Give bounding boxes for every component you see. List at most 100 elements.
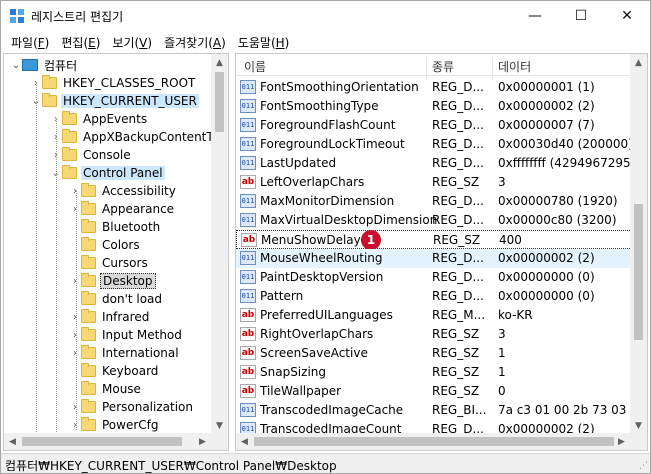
tree-item[interactable]: › Appearance	[69, 200, 176, 218]
value-name-cell: 011 TranscodedImageCache	[240, 403, 403, 417]
folder-icon	[81, 345, 96, 359]
scroll-left-arrow[interactable]: ◀	[4, 433, 21, 450]
scroll-down-arrow[interactable]: ▼	[211, 417, 228, 434]
tree-item[interactable]: Keyboard	[69, 362, 160, 380]
tree-item[interactable]: Mouse	[69, 380, 143, 398]
tree-item[interactable]: › AppXBackupContentType	[50, 128, 228, 146]
value-row[interactable]: ab PreferredUILanguages REG_M... ko-KR	[236, 306, 632, 325]
key-tree-pane[interactable]: ⌄ 컴퓨터 › HKEY_CLASSES_ROOT ⌄ HKEY_CURRENT_USER…	[3, 53, 229, 451]
scroll-up-arrow[interactable]: ▲	[630, 54, 647, 71]
minimize-button[interactable]: —	[512, 1, 558, 31]
value-name: ForegroundFlashCount	[260, 118, 396, 132]
value-data: 3	[498, 327, 506, 341]
expand-right-icon[interactable]: ›	[69, 312, 81, 323]
menu-item-3[interactable]: 즐겨찾기(A)	[158, 34, 232, 51]
values-vertical-scrollbar[interactable]: ▲ ▼	[630, 54, 647, 434]
scroll-thumb[interactable]	[22, 437, 182, 446]
scroll-right-arrow[interactable]: ▶	[613, 433, 630, 450]
tree-item[interactable]: › International	[69, 344, 181, 362]
value-row[interactable]: 011 FontSmoothingOrientation REG_D... 0x000…	[236, 78, 632, 97]
tree-item[interactable]: don't load	[69, 290, 164, 308]
value-row[interactable]: 011 TranscodedImageCache REG_BI... 7a c3 01…	[236, 401, 636, 420]
value-name: MouseWheelRouting	[260, 251, 383, 265]
scroll-thumb[interactable]	[215, 72, 224, 132]
values-horizontal-scrollbar[interactable]: ◀ ▶	[236, 433, 630, 450]
scroll-right-arrow[interactable]: ▶	[194, 433, 211, 450]
tree-item[interactable]: Colors	[69, 236, 142, 254]
scroll-down-arrow[interactable]: ▼	[630, 417, 647, 434]
value-row[interactable]: 011 ForegroundLockTimeout REG_D... 0x00030d…	[236, 135, 633, 154]
menu-item-0[interactable]: 파일(F)	[5, 34, 55, 51]
scroll-thumb[interactable]	[634, 204, 643, 340]
expand-right-icon[interactable]: ›	[69, 186, 81, 197]
value-row[interactable]: 011 ForegroundFlashCount REG_D... 0x0000000…	[236, 116, 632, 135]
scroll-left-arrow[interactable]: ◀	[236, 433, 253, 450]
tree-guide-line	[56, 118, 57, 450]
expand-down-icon[interactable]: ⌄	[10, 60, 22, 71]
tree-item[interactable]: › HKEY_CLASSES_ROOT	[30, 74, 197, 92]
value-row[interactable]: ab ScreenSaveActive REG_SZ 1	[236, 344, 632, 363]
tree-horizontal-scrollbar[interactable]: ◀ ▶	[4, 433, 211, 450]
registry-app-icon	[10, 9, 24, 23]
value-name: MenuShowDelay	[261, 233, 361, 247]
column-data-header[interactable]: 데이터	[498, 58, 531, 75]
expand-right-icon[interactable]: ›	[69, 402, 81, 413]
value-row[interactable]: 011 PaintDesktopVersion REG_D... 0x00000000…	[236, 268, 632, 287]
tree-item[interactable]: › Desktop	[69, 272, 156, 290]
string-value-icon: ab	[240, 346, 256, 360]
column-separator[interactable]	[426, 58, 427, 80]
tree-item[interactable]: › Personalization	[69, 398, 195, 416]
expand-right-icon[interactable]: ›	[69, 276, 81, 287]
scroll-up-arrow[interactable]: ▲	[211, 54, 228, 71]
expand-right-icon[interactable]: ›	[69, 348, 81, 359]
value-name: MaxMonitorDimension	[260, 194, 395, 208]
tree-item[interactable]: › Console	[50, 146, 133, 164]
column-separator[interactable]	[492, 58, 493, 80]
tree-item[interactable]: ⌄ Control Panel	[50, 164, 165, 182]
binary-value-icon: 011	[240, 137, 256, 151]
menu-item-2[interactable]: 보기(V)	[106, 34, 158, 51]
column-name-header[interactable]: 이름	[244, 58, 266, 75]
computer-icon	[22, 59, 38, 71]
resize-grip-icon[interactable]: ⋰	[639, 461, 648, 471]
tree-item[interactable]: › PowerCfg	[69, 416, 161, 434]
value-row[interactable]: ab TileWallpaper REG_SZ 0	[236, 382, 632, 401]
value-row[interactable]: 011 MaxMonitorDimension REG_D... 0x00000780…	[236, 192, 632, 211]
value-name: ScreenSaveActive	[260, 346, 368, 360]
tree-item-label: International	[102, 346, 179, 360]
value-row[interactable]: ab RightOverlapChars REG_SZ 3	[236, 325, 632, 344]
column-type-header[interactable]: 종류	[432, 58, 454, 75]
value-name-cell: 011 MouseWheelRouting	[240, 251, 383, 265]
tree-item[interactable]: › Accessibility	[69, 182, 178, 200]
close-button[interactable]: ✕	[604, 1, 650, 31]
value-row[interactable]: ab SnapSizing REG_SZ 1	[236, 363, 632, 382]
tree-item-computer[interactable]: ⌄ 컴퓨터	[10, 56, 79, 74]
value-row[interactable]: 011 LastUpdated REG_D... 0xffffffff (429496…	[236, 154, 635, 173]
value-row[interactable]: 011 Pattern REG_D... 0x00000000 (0)	[236, 287, 632, 306]
values-pane[interactable]: 이름 종류 데이터 011 FontSmoothingOrientation REG…	[235, 53, 648, 451]
scroll-thumb[interactable]	[254, 437, 614, 446]
tree-guide-line	[76, 190, 77, 430]
binary-value-icon: 011	[240, 194, 256, 208]
tree-item[interactable]: › Input Method	[69, 326, 184, 344]
tree-vertical-scrollbar[interactable]: ▲ ▼	[211, 54, 228, 434]
tree-item[interactable]: › AppEvents	[50, 110, 149, 128]
folder-icon	[81, 309, 96, 323]
expand-right-icon[interactable]: ›	[69, 204, 81, 215]
menu-item-1[interactable]: 편집(E)	[55, 34, 106, 51]
tree-item[interactable]: Cursors	[69, 254, 150, 272]
maximize-button[interactable]: ☐	[558, 1, 604, 31]
value-row[interactable]: 011 FontSmoothingType REG_D... 0x00000002 (…	[236, 97, 632, 116]
menu-item-4[interactable]: 도움말(H)	[232, 34, 296, 51]
tree-item[interactable]: ⌄ HKEY_CURRENT_USER	[30, 92, 199, 110]
expand-right-icon[interactable]: ›	[69, 420, 81, 431]
tree-item-label: HKEY_CLASSES_ROOT	[63, 76, 196, 90]
value-row[interactable]: ab MenuShowDelay REG_SZ 400 1	[236, 230, 632, 250]
tree-item[interactable]: › Infrared	[69, 308, 151, 326]
value-row[interactable]: ab LeftOverlapChars REG_SZ 3	[236, 173, 632, 192]
tree-item[interactable]: Bluetooth	[69, 218, 162, 236]
value-name-cell: 011 MaxVirtualDesktopDimension	[240, 213, 437, 227]
expand-right-icon[interactable]: ›	[69, 330, 81, 341]
value-row[interactable]: 011 MouseWheelRouting REG_D... 0x00000002 (…	[236, 249, 632, 268]
value-row[interactable]: 011 MaxVirtualDesktopDimension REG_D... 0x0…	[236, 211, 632, 230]
